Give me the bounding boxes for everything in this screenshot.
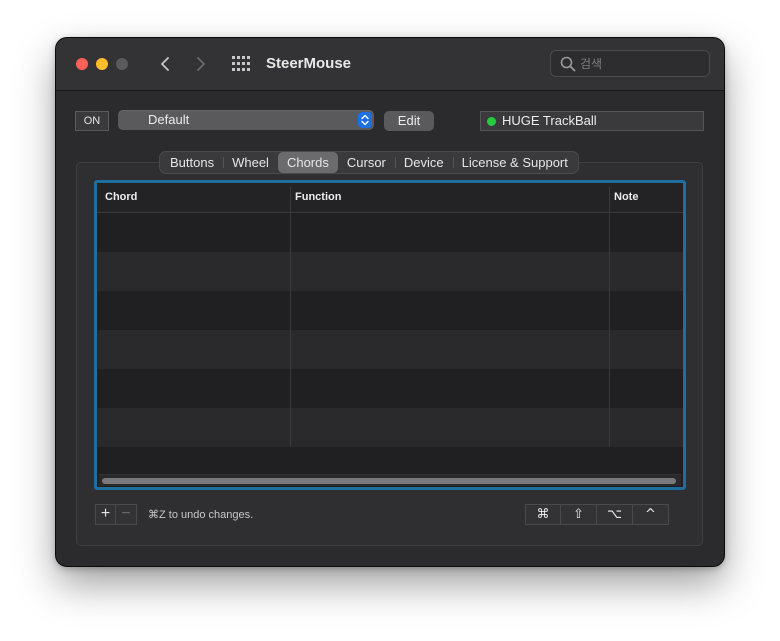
tab-buttons[interactable]: Buttons bbox=[161, 152, 223, 173]
add-button[interactable]: + bbox=[95, 504, 116, 525]
preset-value: Default bbox=[148, 112, 190, 127]
horizontal-scrollbar[interactable] bbox=[99, 474, 681, 486]
edit-button[interactable]: Edit bbox=[384, 111, 434, 131]
up-down-chevron-icon bbox=[358, 112, 372, 128]
modifier-key-buttons: ⌘ ⇧ ⌥ ^ bbox=[525, 504, 669, 525]
undo-hint: ⌘Z to undo changes. bbox=[148, 509, 254, 521]
table-row bbox=[97, 330, 683, 369]
command-key-button[interactable]: ⌘ bbox=[525, 504, 561, 525]
table-row bbox=[97, 213, 683, 252]
chords-table[interactable]: Chord Function Note bbox=[94, 180, 686, 490]
search-icon bbox=[560, 56, 576, 72]
tab-cursor[interactable]: Cursor bbox=[338, 152, 395, 173]
grid-icon bbox=[232, 56, 250, 71]
column-header-chord[interactable]: Chord bbox=[105, 183, 137, 212]
show-all-button[interactable] bbox=[231, 55, 251, 73]
close-button[interactable] bbox=[76, 58, 88, 70]
column-header-function[interactable]: Function bbox=[295, 183, 341, 212]
titlebar: SteerMouse bbox=[56, 38, 724, 91]
column-divider[interactable] bbox=[609, 187, 610, 447]
table-row bbox=[97, 408, 683, 447]
table-row bbox=[97, 291, 683, 330]
minimize-button[interactable] bbox=[96, 58, 108, 70]
remove-button[interactable]: − bbox=[116, 504, 137, 525]
back-button[interactable] bbox=[154, 52, 176, 76]
control-key-button[interactable]: ^ bbox=[633, 504, 669, 525]
tab-license-support[interactable]: License & Support bbox=[452, 152, 577, 173]
table-header: Chord Function Note bbox=[97, 183, 683, 213]
scrollbar-thumb[interactable] bbox=[102, 478, 676, 484]
preferences-window: SteerMouse ON Default Edit HUGE TrackBal… bbox=[56, 38, 724, 566]
table-body bbox=[97, 213, 683, 486]
status-dot-icon bbox=[487, 117, 496, 126]
tab-wheel[interactable]: Wheel bbox=[223, 152, 278, 173]
add-remove-control: + − bbox=[95, 504, 139, 525]
shift-key-button[interactable]: ⇧ bbox=[561, 504, 597, 525]
window-title: SteerMouse bbox=[266, 55, 352, 72]
tab-chords[interactable]: Chords bbox=[277, 152, 338, 173]
tab-bar: Buttons Wheel Chords Cursor Device Licen… bbox=[160, 152, 578, 173]
column-header-note[interactable]: Note bbox=[614, 183, 638, 212]
table-row bbox=[97, 369, 683, 408]
preset-select[interactable]: Default bbox=[118, 110, 374, 130]
column-divider[interactable] bbox=[290, 187, 291, 447]
device-selector[interactable]: HUGE TrackBall bbox=[480, 111, 704, 131]
device-name: HUGE TrackBall bbox=[502, 113, 597, 128]
enable-toggle-button[interactable]: ON bbox=[75, 111, 109, 131]
search-field[interactable] bbox=[550, 50, 710, 77]
zoom-button[interactable] bbox=[116, 58, 128, 70]
chevron-right-icon bbox=[197, 57, 205, 71]
table-row bbox=[97, 252, 683, 291]
tab-device[interactable]: Device bbox=[394, 152, 453, 173]
search-input[interactable] bbox=[580, 55, 700, 73]
option-key-button[interactable]: ⌥ bbox=[597, 504, 633, 525]
chevron-left-icon bbox=[161, 57, 169, 71]
forward-button[interactable] bbox=[190, 52, 212, 76]
